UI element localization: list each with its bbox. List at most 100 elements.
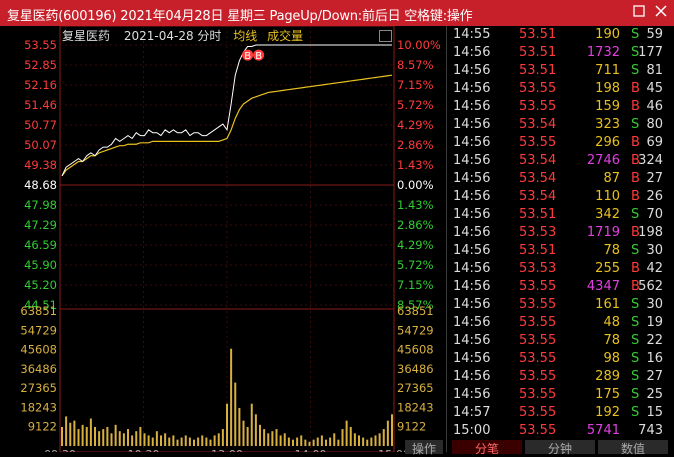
trade-count: 69 — [646, 135, 663, 150]
close-icon[interactable] — [654, 5, 668, 19]
pct-tick-label: 4.29% — [397, 238, 434, 252]
window-titlebar: 复星医药(600196) 2021年04月28日 星期三 PageUp/Down… — [0, 0, 674, 26]
trade-row[interactable]: 14:56 53.54 87 B 27 — [447, 171, 674, 189]
trade-count: 743 — [638, 423, 663, 438]
volume-bar — [275, 429, 278, 446]
maximize-icon[interactable] — [632, 5, 646, 19]
trade-price: 53.55 — [519, 135, 557, 150]
trade-row[interactable]: 14:56 53.51 78 S 30 — [447, 243, 674, 261]
trade-count: 198 — [638, 225, 663, 240]
price-tick-label: 48.68 — [24, 178, 57, 192]
trade-side: S — [631, 315, 640, 330]
chart-canvas[interactable]: 53.55 10.00% 52.85 8.57% 52.16 7.15% 51.46 5.72… — [0, 26, 445, 452]
trade-count: 177 — [638, 45, 663, 60]
trade-row[interactable]: 14:56 53.55 78 S 22 — [447, 333, 674, 351]
volume-bar — [197, 437, 200, 446]
volume-bar — [81, 424, 84, 446]
avg-price-line — [61, 74, 393, 177]
volume-bar — [180, 437, 183, 446]
trade-time: 14:55 — [453, 27, 491, 42]
trade-time: 14:56 — [453, 45, 491, 60]
volume-bar — [279, 435, 282, 446]
trade-row[interactable]: 14:56 53.55 159 B 46 — [447, 99, 674, 117]
trade-count: 26 — [646, 189, 663, 204]
trade-row[interactable]: 14:56 53.53 255 B 42 — [447, 261, 674, 279]
volume-bar — [362, 437, 365, 446]
trade-count: 562 — [638, 279, 663, 294]
volume-bar — [147, 435, 150, 446]
volume-bar — [329, 437, 332, 446]
trade-row[interactable]: 14:56 53.54 110 B 26 — [447, 189, 674, 207]
volume-bar — [374, 435, 377, 446]
trade-row[interactable]: 14:56 53.55 175 S 25 — [447, 387, 674, 405]
trade-count: 16 — [646, 351, 663, 366]
trade-side: B — [631, 189, 640, 204]
volume-tick-label: 63851 — [20, 304, 57, 318]
trade-row[interactable]: 14:56 53.54 2746 B 324 — [447, 153, 674, 171]
volume-bar — [69, 422, 72, 446]
window-title: 复星医药(600196) 2021年04月28日 星期三 PageUp/Down… — [7, 9, 473, 24]
chart-settings-icon[interactable] — [379, 30, 392, 42]
trade-row[interactable]: 15:00 53.55 5741 743 — [447, 423, 674, 441]
avg-line-label[interactable]: 均线 — [233, 29, 257, 43]
volume-bar — [65, 416, 68, 446]
trade-row[interactable]: 14:56 53.55 48 S 19 — [447, 315, 674, 333]
trade-row[interactable]: 14:56 53.55 161 S 30 — [447, 297, 674, 315]
volume-bar — [188, 437, 191, 446]
trade-price: 53.55 — [519, 279, 557, 294]
trade-row[interactable]: 14:56 53.51 711 S 81 — [447, 63, 674, 81]
volume-label[interactable]: 成交量 — [267, 29, 303, 43]
trade-price: 53.55 — [519, 423, 557, 438]
trade-row[interactable]: 14:56 53.51 342 S 70 — [447, 207, 674, 225]
volume-bar — [172, 435, 175, 446]
volume-bar — [127, 429, 129, 446]
trade-volume: 87 — [603, 171, 620, 186]
trade-row[interactable]: 14:56 53.54 323 S 80 — [447, 117, 674, 135]
volume-bar — [110, 433, 113, 446]
trade-side: S — [631, 351, 640, 366]
pct-tick-label: 2.86% — [397, 218, 434, 232]
trade-price: 53.51 — [519, 27, 557, 42]
trade-row[interactable]: 14:56 53.51 1732 S 177 — [447, 45, 674, 63]
trade-side: B — [631, 81, 640, 96]
volume-bar — [164, 433, 167, 446]
trade-row[interactable]: 14:57 53.55 192 S 15 — [447, 405, 674, 423]
trade-row[interactable]: 14:56 53.55 289 S 27 — [447, 369, 674, 387]
intraday-chart[interactable]: 53.55 10.00% 52.85 8.57% 52.16 7.15% 51.46 5.72… — [0, 26, 445, 452]
volume-bar — [89, 418, 92, 446]
price-tick-label: 53.55 — [24, 38, 57, 52]
trade-volume: 289 — [595, 369, 620, 384]
price-tick-label: 46.59 — [24, 238, 57, 252]
time-tick-label: 13:00 — [211, 448, 243, 452]
trade-side: S — [631, 27, 640, 42]
trade-volume: 255 — [595, 261, 620, 276]
volume-tick-label: 36486 — [20, 362, 57, 376]
trade-price: 53.54 — [519, 153, 557, 168]
time-tick-label: 09:30 — [44, 448, 76, 452]
trade-detail-list[interactable]: 14:55 53.51 190 S 59 14:56 53.51 1732 S 177 14:56 5… — [446, 26, 674, 452]
trade-time: 14:56 — [453, 117, 491, 132]
trade-count: 45 — [646, 81, 663, 96]
trade-side: S — [631, 243, 640, 258]
price-tick-label: 50.07 — [24, 138, 57, 152]
trade-row[interactable]: 14:55 53.51 190 S 59 — [447, 27, 674, 45]
trade-side: B — [631, 171, 640, 186]
trade-time: 14:56 — [453, 243, 491, 258]
volume-bar — [234, 382, 237, 446]
trade-count: 15 — [646, 405, 663, 420]
trade-row[interactable]: 14:56 53.55 296 B 69 — [447, 135, 674, 153]
trade-price: 53.53 — [519, 225, 557, 240]
volume-tick-label-right: 63851 — [397, 304, 434, 318]
volume-bar — [114, 424, 117, 446]
trade-time: 14:56 — [453, 207, 491, 222]
volume-bar — [382, 429, 385, 446]
trade-row[interactable]: 14:56 53.55 4347 B 562 — [447, 279, 674, 297]
trade-volume: 98 — [603, 351, 620, 366]
trade-row[interactable]: 14:56 53.55 98 S 16 — [447, 351, 674, 369]
trade-row[interactable]: 14:56 53.55 198 B 45 — [447, 81, 674, 99]
volume-bar — [155, 431, 158, 446]
trade-count: 46 — [646, 99, 663, 114]
trade-side: B — [631, 135, 640, 150]
pct-tick-label: 7.15% — [397, 278, 434, 292]
trade-row[interactable]: 14:56 53.53 1719 B 198 — [447, 225, 674, 243]
